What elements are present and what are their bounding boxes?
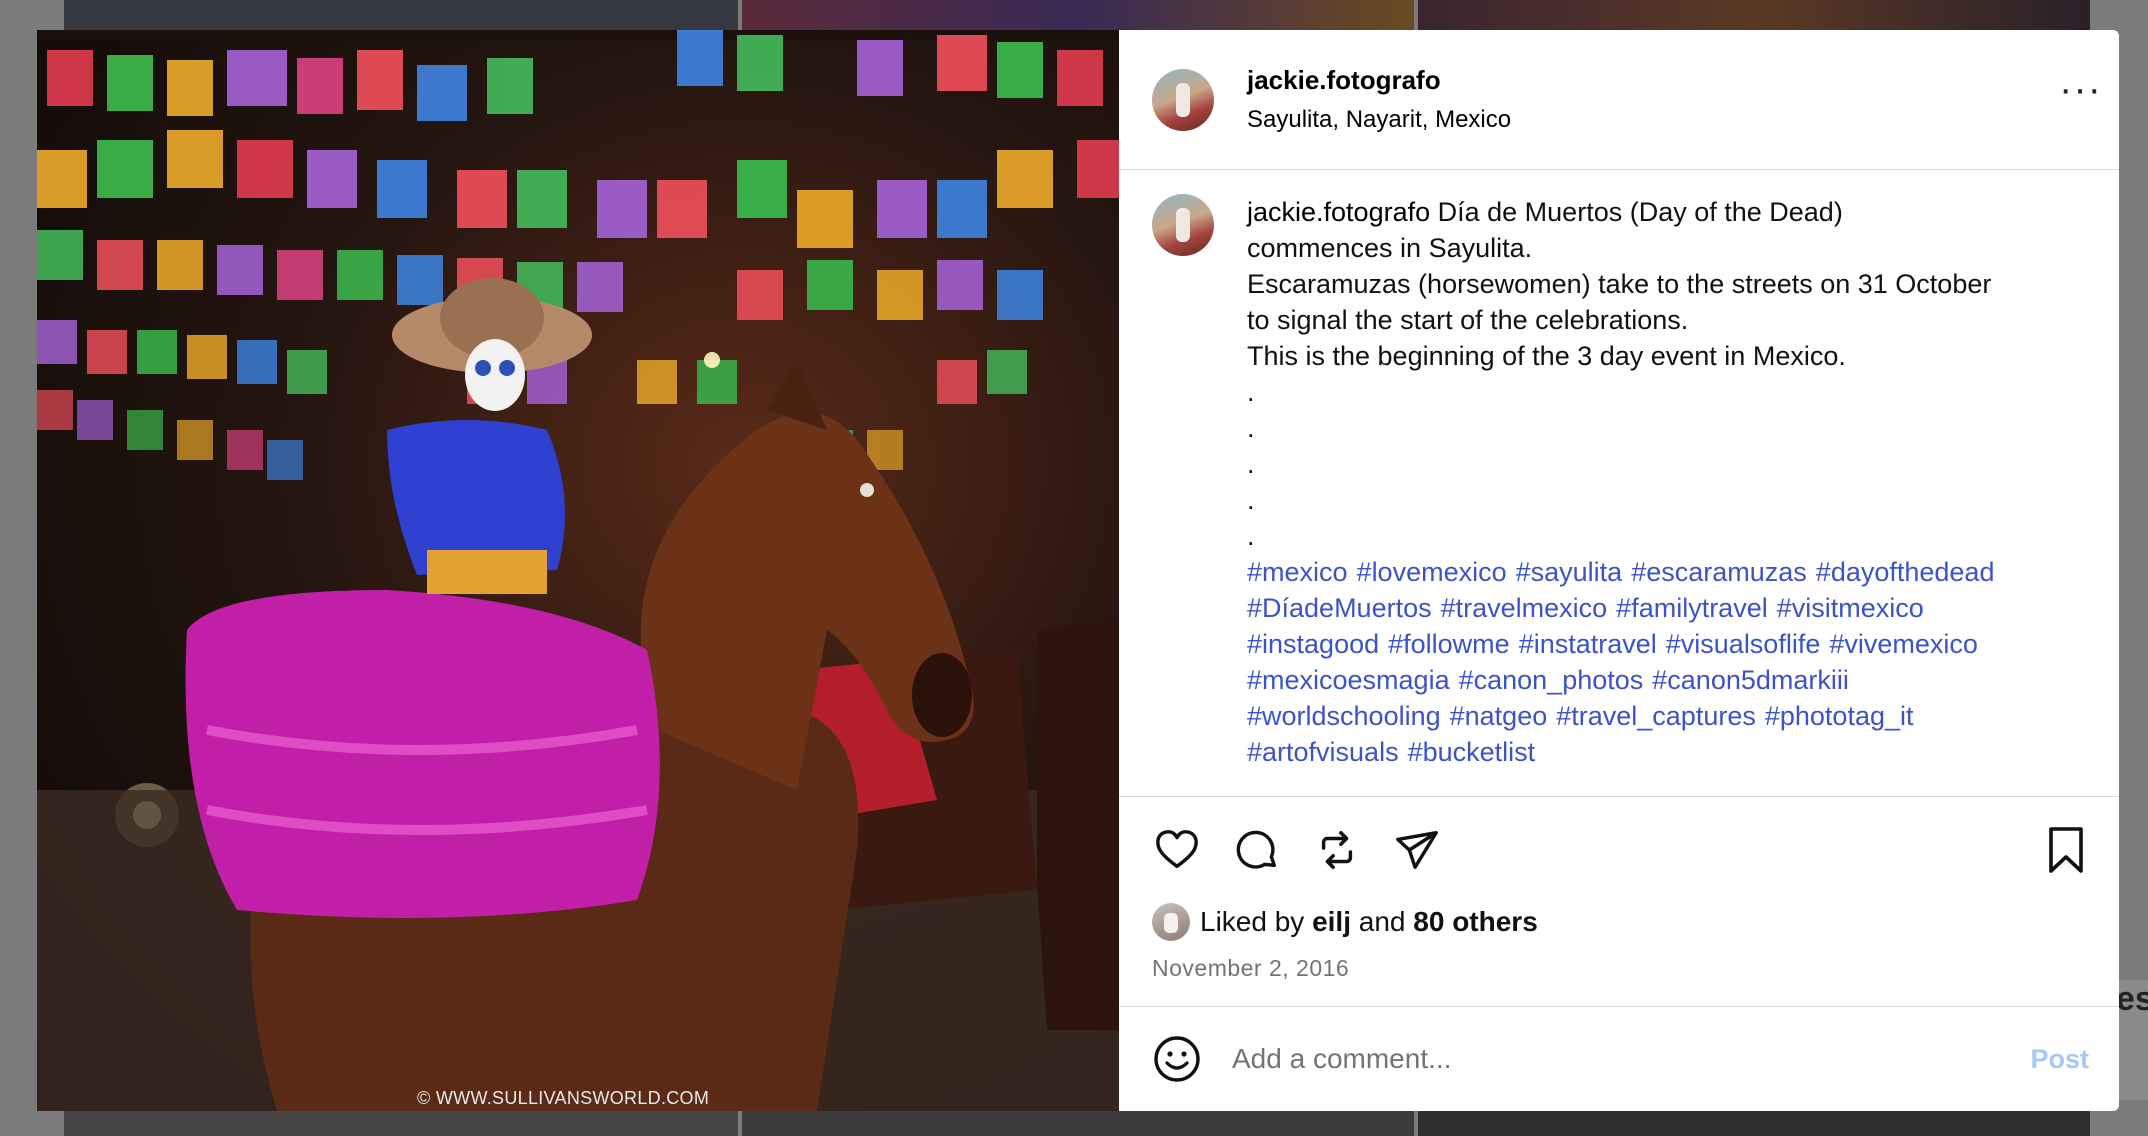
papel-picado-banners [37,30,1119,480]
hashtag-link[interactable]: #DíadeMuertos [1247,593,1432,623]
caption-line: to signal the start of the celebrations. [1247,305,1689,335]
hashtag-list: #mexico #lovemexico #sayulita #escaramuzas #… [1247,554,2047,770]
caption-username[interactable]: jackie.fotografo [1247,197,1430,227]
hashtag-link[interactable]: #bucketlist [1408,737,1536,767]
caption-line: . [1247,521,1255,551]
background-partial-text: es [2116,980,2148,1100]
photo-watermark: © WWW.SULLIVANSWORLD.COM [417,1088,710,1108]
post-details-panel: jackie.fotografo Sayulita, Nayarit, Mexi… [1119,30,2119,1111]
likes-count-link[interactable]: 80 others [1413,906,1538,938]
caption-line: . [1247,413,1255,443]
comment-bar: Post [1119,1007,2119,1111]
more-options-icon[interactable]: ··· [2059,69,2101,110]
likes-prefix: Liked by [1200,906,1305,937]
hashtag-link[interactable]: #visualsoflife [1666,629,1821,659]
background-post-thumbnail[interactable] [1418,1110,2090,1136]
caption-area: jackie.fotografo Día de Muertos (Day of … [1119,170,2119,797]
hashtag-link[interactable]: #phototag_it [1765,701,1914,731]
repost-icon[interactable] [1312,825,1362,875]
hashtag-link[interactable]: #travelmexico [1441,593,1608,623]
likes-summary: Liked by eilj and 80 others [1152,903,2086,941]
hashtag-link[interactable]: #canon_photos [1459,665,1644,695]
background-post-thumbnail[interactable] [1418,0,2090,30]
hashtag-link[interactable]: #sayulita [1516,557,1623,587]
bookmark-icon[interactable] [2043,825,2089,875]
hashtag-link[interactable]: #travel_captures [1556,701,1756,731]
emoji-icon[interactable] [1152,1034,1202,1084]
background-post-thumbnail[interactable] [742,0,1414,30]
background-post-thumbnail[interactable] [742,1110,1414,1136]
author-username[interactable]: jackie.fotografo [1247,65,1511,96]
post-caption: jackie.fotografo Día de Muertos (Day of … [1247,194,2047,796]
caption-author-avatar[interactable] [1152,194,1214,256]
hashtag-link[interactable]: #visitmexico [1777,593,1924,623]
liker-username[interactable]: eilj [1312,906,1351,938]
liker-avatar[interactable] [1152,903,1190,941]
caption-line: Escaramuzas (horsewomen) take to the str… [1247,269,1992,299]
caption-line: Día de Muertos (Day of the Dead) [1437,197,1843,227]
post-modal: © WWW.SULLIVANSWORLD.COM jackie.fotograf… [37,30,2119,1111]
hashtag-link[interactable]: #familytravel [1616,593,1768,623]
background-post-thumbnail[interactable] [64,1110,738,1136]
likes-joiner: and [1358,906,1406,937]
hashtag-link[interactable]: #natgeo [1450,701,1548,731]
post-date[interactable]: November 2, 2016 [1152,955,2086,982]
caption-line: commences in Sayulita. [1247,233,1533,263]
hashtag-link[interactable]: #followme [1388,629,1510,659]
caption-line: . [1247,485,1255,515]
hashtag-link[interactable]: #vivemexico [1829,629,1978,659]
background-post-thumbnail[interactable] [64,0,738,30]
hashtag-link[interactable]: #canon5dmarkiii [1652,665,1849,695]
hashtag-link[interactable]: #mexicoesmagia [1247,665,1450,695]
hashtag-link[interactable]: #artofvisuals [1247,737,1399,767]
hashtag-link[interactable]: #instagood [1247,629,1379,659]
caption-line: . [1247,377,1255,407]
hashtag-link[interactable]: #escaramuzas [1631,557,1807,587]
post-photo[interactable]: © WWW.SULLIVANSWORLD.COM [37,30,1119,1111]
post-actions: Liked by eilj and 80 others November 2, … [1119,797,2119,1007]
comment-icon[interactable] [1232,825,1282,875]
post-location[interactable]: Sayulita, Nayarit, Mexico [1247,106,1511,134]
photo-illustration [37,30,1119,1111]
caption-line: . [1247,449,1255,479]
heart-icon[interactable] [1152,825,1202,875]
caption-line: This is the beginning of the 3 day event… [1247,341,1846,371]
author-avatar[interactable] [1152,68,1214,131]
comment-input[interactable] [1230,1042,2025,1076]
hashtag-link[interactable]: #instatravel [1519,629,1657,659]
post-header: jackie.fotografo Sayulita, Nayarit, Mexi… [1119,30,2119,170]
hashtag-link[interactable]: #lovemexico [1357,557,1507,587]
share-icon[interactable] [1392,825,1442,875]
hashtag-link[interactable]: #dayofthedead [1816,557,1995,587]
post-comment-button[interactable]: Post [2024,1043,2095,1076]
hashtag-link[interactable]: #worldschooling [1247,701,1441,731]
hashtag-link[interactable]: #mexico [1247,557,1348,587]
